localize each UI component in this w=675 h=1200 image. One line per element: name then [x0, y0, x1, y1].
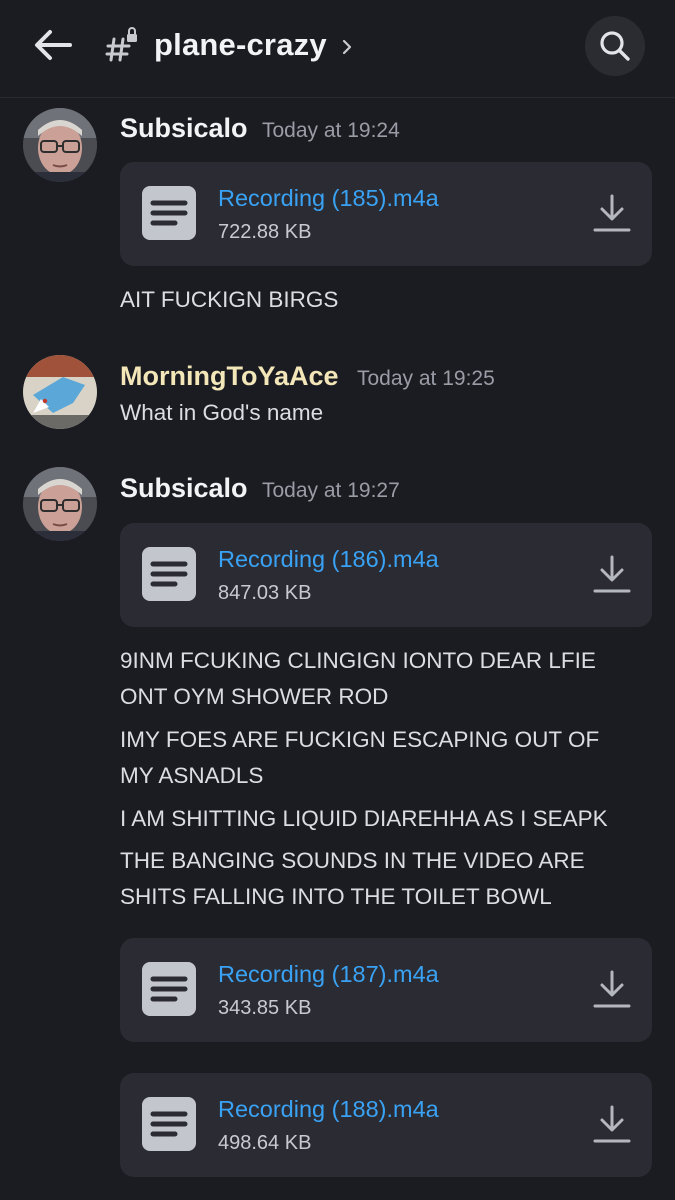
message-timestamp: Today at 19:27 [262, 479, 400, 502]
message-text: MY ASNADLS [120, 763, 264, 788]
audio-attachment[interactable]: Recording (188).m4a 498.64 KB [120, 1073, 652, 1177]
back-arrow-icon[interactable] [30, 25, 74, 65]
message-text: What in God's name [120, 400, 324, 425]
channel-name[interactable]: plane-crazy [154, 27, 327, 63]
message-text: ONT OYM SHOWER ROD [120, 684, 389, 709]
attachment-filesize: 498.64 KB [218, 1132, 312, 1154]
chevron-right-icon[interactable] [340, 38, 354, 56]
attachment-filename[interactable]: Recording (186).m4a [218, 546, 439, 573]
attachment-filename[interactable]: Recording (185).m4a [218, 185, 439, 212]
audio-attachment[interactable]: Recording (187).m4a 343.85 KB [120, 938, 652, 1042]
document-file-icon [142, 962, 196, 1016]
download-icon[interactable] [592, 553, 632, 595]
download-icon[interactable] [592, 192, 632, 234]
message-text: IMY FOES ARE FUCKIGN ESCAPING OUT OF [120, 727, 600, 752]
message-timestamp: Today at 19:24 [262, 119, 400, 142]
message-author[interactable]: MorningToYaAce [120, 361, 339, 392]
message-timestamp: Today at 19:25 [357, 367, 495, 390]
message-text: THE BANGING SOUNDS IN THE VIDEO ARE [120, 848, 585, 873]
attachment-filesize: 343.85 KB [218, 997, 312, 1019]
avatar[interactable] [23, 355, 97, 429]
audio-attachment[interactable]: Recording (185).m4a 722.88 KB [120, 162, 652, 266]
download-icon[interactable] [592, 1103, 632, 1145]
search-icon [600, 31, 630, 61]
attachment-filesize: 847.03 KB [218, 582, 312, 604]
document-file-icon [142, 547, 196, 601]
message-text: 9INM FCUKING CLINGIGN IONTO DEAR LFIE [120, 648, 596, 673]
attachment-filesize: 722.88 KB [218, 221, 312, 243]
download-icon[interactable] [592, 968, 632, 1010]
attachment-filename[interactable]: Recording (187).m4a [218, 961, 439, 988]
avatar[interactable] [23, 108, 97, 182]
document-file-icon [142, 186, 196, 240]
message-text: I AM SHITTING LIQUID DIAREHHA AS I SEAPK [120, 806, 608, 831]
document-file-icon [142, 1097, 196, 1151]
message-text: SHITS FALLING INTO THE TOILET BOWL [120, 884, 552, 909]
message-text: AIT FUCKIGN BIRGS [120, 287, 339, 312]
message-author[interactable]: Subsicalo [120, 473, 248, 504]
message-author[interactable]: Subsicalo [120, 113, 248, 144]
locked-channel-hashtag-icon [105, 27, 137, 62]
avatar[interactable] [23, 467, 97, 541]
channel-header: plane-crazy [0, 0, 675, 98]
search-button[interactable] [585, 16, 645, 76]
attachment-filename[interactable]: Recording (188).m4a [218, 1096, 439, 1123]
audio-attachment[interactable]: Recording (186).m4a 847.03 KB [120, 523, 652, 627]
